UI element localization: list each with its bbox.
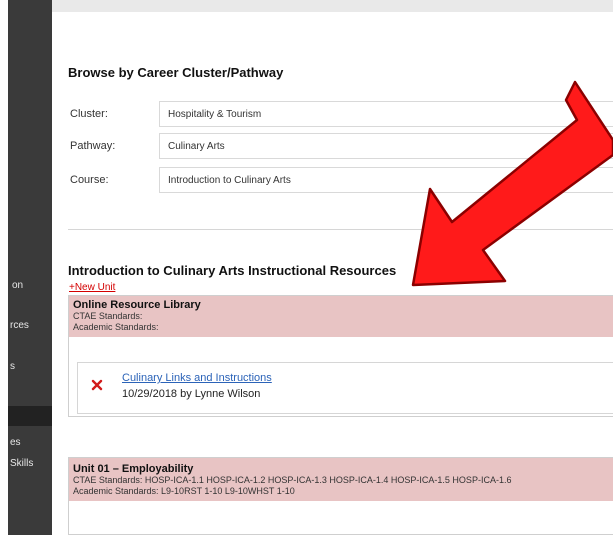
academic-standards: Academic Standards:	[73, 322, 159, 332]
unit-header[interactable]: Online Resource Library CTAE Standards: …	[69, 296, 613, 337]
unit-title: Unit 01 – Employability	[73, 463, 194, 475]
sidebar-item-active[interactable]	[8, 406, 52, 426]
unit-01-employability: Unit 01 – Employability CTAE Standards: …	[68, 457, 613, 535]
sidebar-item-skills[interactable]: Skills	[10, 458, 33, 469]
browse-title: Browse by Career Cluster/Pathway	[68, 65, 284, 80]
course-row: Course: Introduction to Culinary Arts	[68, 167, 613, 195]
sidebar: on rces s es Skills	[8, 0, 52, 535]
sidebar-item-1[interactable]: on	[12, 280, 23, 291]
course-label: Course:	[70, 174, 109, 186]
cluster-select[interactable]: Hospitality & Tourism	[159, 101, 613, 127]
unit-header[interactable]: Unit 01 – Employability CTAE Standards: …	[69, 458, 613, 501]
new-unit-link[interactable]: +New Unit	[69, 282, 115, 293]
sidebar-item-3[interactable]: s	[10, 361, 15, 372]
divider	[68, 229, 613, 230]
sidebar-item-2[interactable]: rces	[10, 320, 29, 331]
sidebar-item-label: Skills	[10, 458, 34, 469]
academic-standards: Academic Standards: L9-10RST 1-10 L9-10W…	[73, 486, 295, 496]
cluster-row: Cluster: Hospitality & Tourism	[68, 101, 613, 129]
pathway-row: Pathway: Culinary Arts	[68, 133, 613, 161]
close-icon[interactable]	[89, 377, 105, 393]
resources-title: Introduction to Culinary Arts Instructio…	[68, 263, 397, 278]
sidebar-item-label: es	[10, 437, 21, 448]
cluster-label: Cluster:	[70, 108, 108, 120]
sidebar-item-label: on	[12, 280, 24, 291]
pathway-label: Pathway:	[70, 140, 116, 152]
resource-link[interactable]: Culinary Links and Instructions	[122, 372, 272, 384]
ctae-standards: CTAE Standards: HOSP-ICA-1.1 HOSP-ICA-1.…	[73, 475, 512, 485]
sidebar-item-label: s	[10, 361, 15, 372]
sidebar-item-4[interactable]: es	[10, 437, 21, 448]
pathway-select[interactable]: Culinary Arts	[159, 133, 613, 159]
left-gutter	[0, 0, 8, 535]
main-content: Browse by Career Cluster/Pathway Cluster…	[52, 12, 613, 535]
top-bar	[52, 0, 613, 12]
unit-title: Online Resource Library	[73, 299, 201, 311]
sidebar-item-label: rces	[10, 320, 29, 331]
course-select[interactable]: Introduction to Culinary Arts	[159, 167, 613, 193]
ctae-standards: CTAE Standards:	[73, 311, 143, 321]
resource-meta: 10/29/2018 by Lynne Wilson	[122, 388, 261, 400]
resource-item: Culinary Links and Instructions 10/29/20…	[77, 362, 613, 414]
